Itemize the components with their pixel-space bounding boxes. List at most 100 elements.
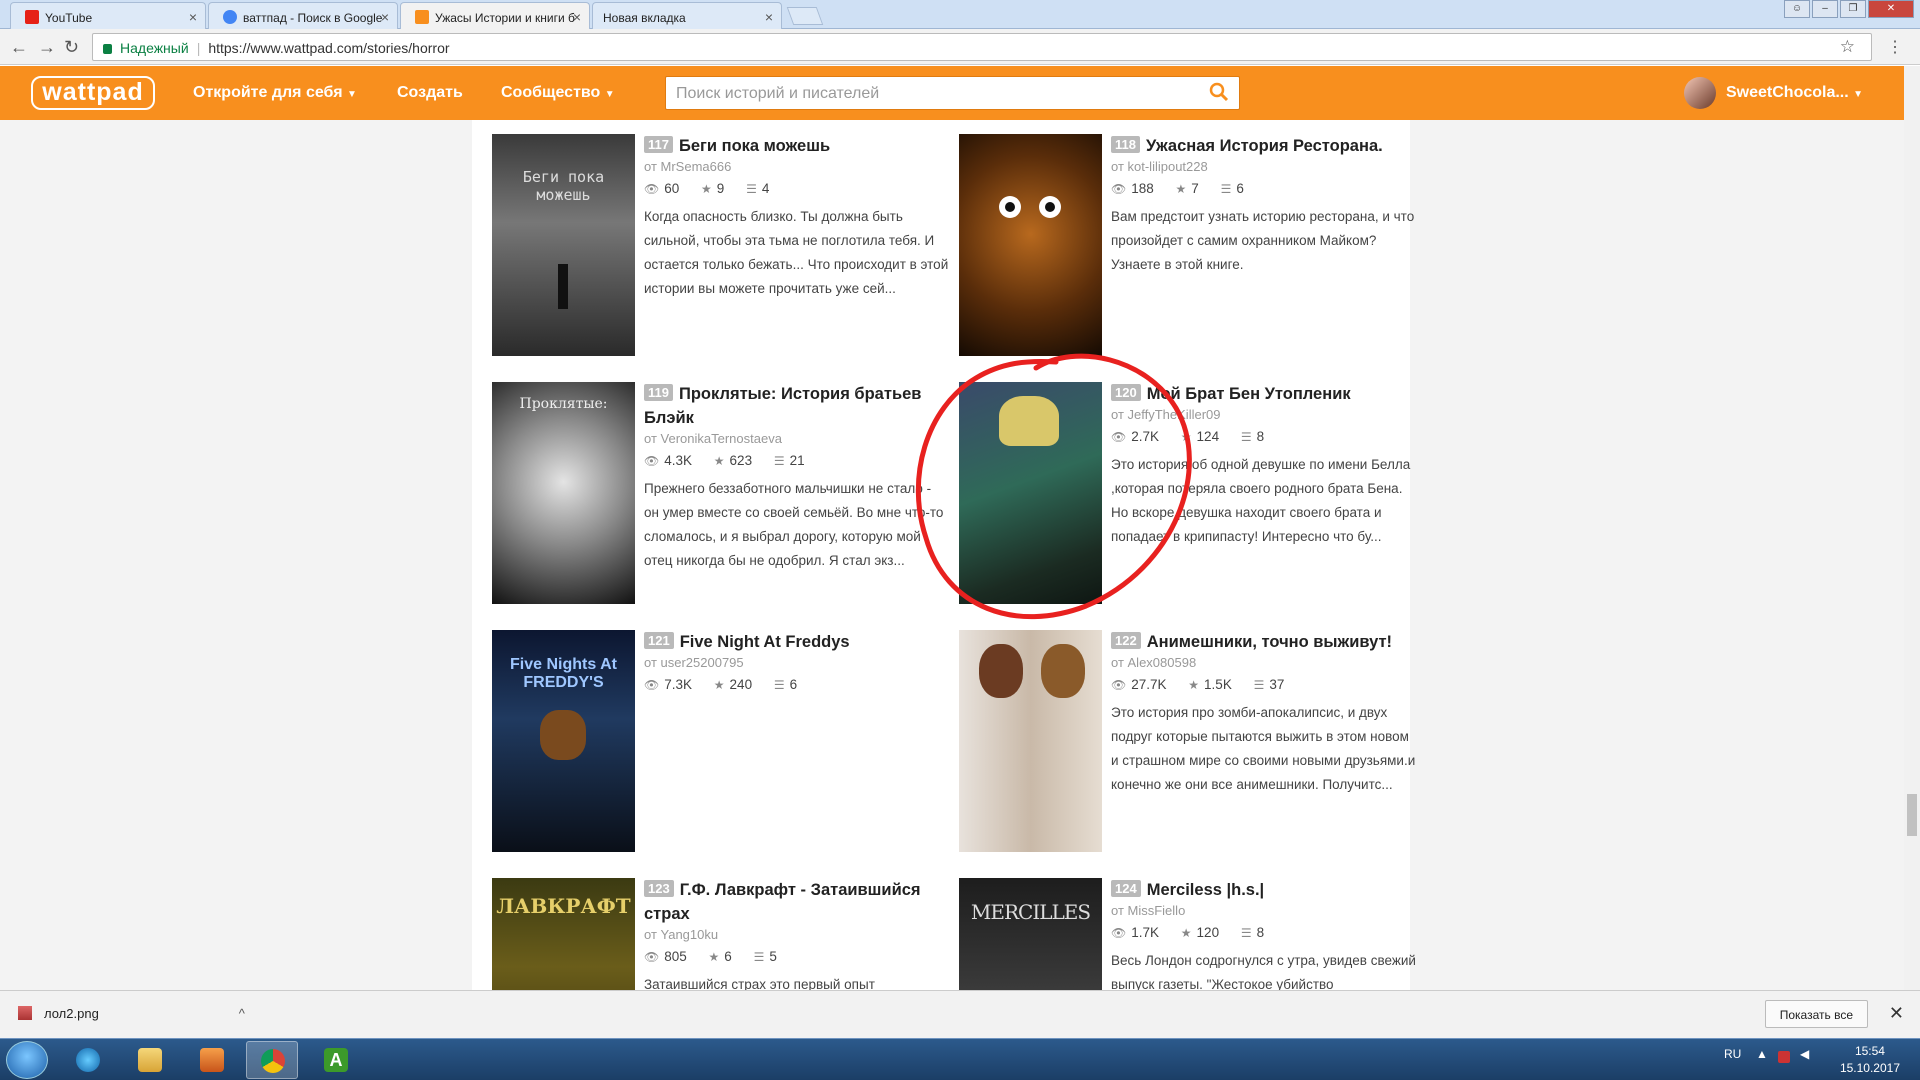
votes-count: 9 — [716, 181, 725, 196]
story-card[interactable]: ЛАВКРАФТ 123 Г.Ф. Лавкрафт - Затаившийся … — [492, 878, 952, 990]
user-icon[interactable]: ☺ — [1784, 0, 1810, 18]
language-indicator[interactable]: RU — [1724, 1047, 1741, 1061]
forward-icon[interactable]: → — [38, 37, 56, 58]
download-filename: лол2.png — [44, 1006, 99, 1021]
cover-figure — [558, 264, 568, 309]
star-icon: ★ — [713, 454, 725, 468]
star-icon: ★ — [701, 182, 712, 196]
clock-date: 15.10.2017 — [1839, 1061, 1900, 1075]
download-bar: лол2.png ^ Показать все ✕ — [0, 990, 1920, 1038]
scrollbar-thumb[interactable] — [1907, 794, 1917, 836]
story-author[interactable]: от kot-lilipout228 — [1111, 158, 1416, 176]
download-item[interactable]: лол2.png ^ — [18, 1006, 245, 1021]
taskbar-app[interactable]: A — [310, 1041, 362, 1079]
story-author[interactable]: от user25200795 — [644, 654, 949, 672]
story-card[interactable]: MERCILLES 124 Merciless |h.s.| от MissFie… — [959, 878, 1419, 990]
tab-new[interactable]: Новая вкладка × — [592, 2, 782, 29]
close-icon[interactable]: × — [381, 9, 389, 25]
story-description: Это история про зомби-апокалипсис, и дву… — [1111, 705, 1416, 792]
search-icon[interactable] — [1209, 82, 1229, 102]
tab-google[interactable]: ваттпад - Поиск в Google × — [208, 2, 398, 29]
tab-youtube[interactable]: YouTube × — [10, 2, 206, 29]
wattpad-logo[interactable]: wattpad — [31, 76, 155, 110]
menu-icon[interactable]: ⋮ — [1887, 37, 1903, 57]
cover-title: MERCILLES — [970, 900, 1091, 924]
nav-discover[interactable]: Откройте для себя ▼ — [193, 84, 357, 102]
taskbar-media[interactable] — [186, 1041, 238, 1079]
reload-icon[interactable]: ↻ — [64, 37, 79, 58]
story-cover[interactable]: Five Nights At FREDDY'S — [492, 630, 635, 852]
back-icon[interactable]: ← — [10, 37, 28, 58]
taskbar-ie[interactable] — [62, 1041, 114, 1079]
bookmark-star-icon[interactable]: ☆ — [1840, 37, 1855, 57]
internet-explorer-icon — [76, 1048, 100, 1072]
story-rank: 118 — [1111, 136, 1140, 153]
window-close-button[interactable]: ✕ — [1868, 0, 1914, 18]
url-field[interactable]: Надежный | https://www.wattpad.com/stories… — [92, 33, 1903, 61]
story-cover[interactable] — [959, 134, 1102, 356]
volume-icon[interactable]: ◀ — [1800, 1047, 1809, 1061]
story-title[interactable]: 121 Five Night At Freddys — [644, 630, 949, 654]
lock-icon — [103, 44, 112, 54]
story-cover[interactable] — [959, 630, 1102, 852]
avatar — [1684, 77, 1716, 109]
search-input[interactable]: Поиск историй и писателей — [665, 76, 1240, 110]
reads-count: 60 — [664, 181, 680, 196]
tab-wattpad[interactable]: Ужасы Истории и книги б × — [400, 2, 590, 30]
story-card[interactable]: Проклятые: 119 Проклятые: История братьев… — [492, 382, 952, 606]
story-stats: 👁 4.3K ★ 623 ☰ 21 — [644, 453, 949, 473]
story-author[interactable]: от Yang10ku — [644, 926, 949, 944]
story-author[interactable]: от MrSema666 — [644, 158, 949, 176]
votes-count: 1.5K — [1204, 677, 1232, 692]
nav-community[interactable]: Сообщество ▼ — [501, 84, 615, 102]
nav-create[interactable]: Создать — [397, 84, 463, 102]
close-icon[interactable]: × — [189, 9, 197, 25]
close-icon[interactable]: ✕ — [1889, 1003, 1904, 1024]
chevron-up-icon[interactable]: ^ — [239, 1006, 245, 1021]
story-rank: 121 — [644, 632, 674, 649]
browser-tab-strip: YouTube × ваттпад - Поиск в Google × Ужа… — [0, 0, 1920, 30]
star-icon: ★ — [713, 678, 725, 692]
story-description: Весь Лондон содрогнулся с утра, увидев с… — [1111, 953, 1416, 990]
start-button[interactable] — [6, 1041, 48, 1079]
youtube-icon — [25, 10, 39, 24]
story-rank: 119 — [644, 384, 673, 401]
story-title[interactable]: 123 Г.Ф. Лавкрафт - Затаившийся страх — [644, 878, 949, 926]
story-author[interactable]: от MissFiello — [1111, 902, 1416, 920]
story-title[interactable]: 118 Ужасная История Ресторана. — [1111, 134, 1416, 158]
page-scrollbar[interactable] — [1904, 66, 1920, 990]
story-title[interactable]: 124 Merciless |h.s.| — [1111, 878, 1416, 902]
story-card[interactable]: 122 Анимешники, точно выживут! от Alex080… — [959, 630, 1419, 854]
restore-button[interactable]: ❐ — [1840, 0, 1866, 18]
network-icon[interactable] — [1778, 1051, 1790, 1063]
story-title[interactable]: 117 Беги пока можешь — [644, 134, 949, 158]
story-card[interactable]: Беги пока можешь 117 Беги пока можешь от … — [492, 134, 952, 358]
nav-community-label: Сообщество — [501, 84, 601, 101]
parts-count: 6 — [1236, 181, 1244, 196]
new-tab-button[interactable] — [786, 7, 824, 25]
eye-icon: 👁 — [1111, 182, 1127, 196]
star-icon: ★ — [708, 950, 720, 964]
story-cover[interactable]: ЛАВКРАФТ — [492, 878, 635, 990]
eye-icon: 👁 — [644, 454, 660, 468]
system-clock[interactable]: 15:54 15.10.2017 — [1840, 1043, 1900, 1077]
story-title[interactable]: 119 Проклятые: История братьев Блэйк — [644, 382, 949, 430]
cover-girl-right — [1041, 644, 1085, 698]
close-icon[interactable]: × — [573, 9, 581, 25]
taskbar-chrome[interactable] — [246, 1041, 298, 1079]
close-icon[interactable]: × — [765, 9, 773, 25]
story-author[interactable]: от VeronikaTernostaeva — [644, 430, 949, 448]
story-cover[interactable]: Проклятые: — [492, 382, 635, 604]
minimize-button[interactable]: – — [1812, 0, 1838, 18]
story-author[interactable]: от Alex080598 — [1111, 654, 1416, 672]
parts-count: 4 — [761, 181, 770, 196]
story-cover[interactable]: Беги пока можешь — [492, 134, 635, 356]
show-all-downloads-button[interactable]: Показать все — [1764, 1000, 1868, 1028]
story-cover[interactable]: MERCILLES — [959, 878, 1102, 990]
story-stats: 👁 1.7K ★ 120 ☰ 8 — [1111, 925, 1416, 945]
story-card[interactable]: Five Nights At FREDDY'S 121 Five Night At… — [492, 630, 952, 854]
list-icon: ☰ — [1240, 926, 1252, 940]
taskbar-explorer[interactable] — [124, 1041, 176, 1079]
tray-expand-icon[interactable]: ▲ — [1756, 1047, 1768, 1061]
story-card[interactable]: 118 Ужасная История Ресторана. от kot-lil… — [959, 134, 1419, 358]
